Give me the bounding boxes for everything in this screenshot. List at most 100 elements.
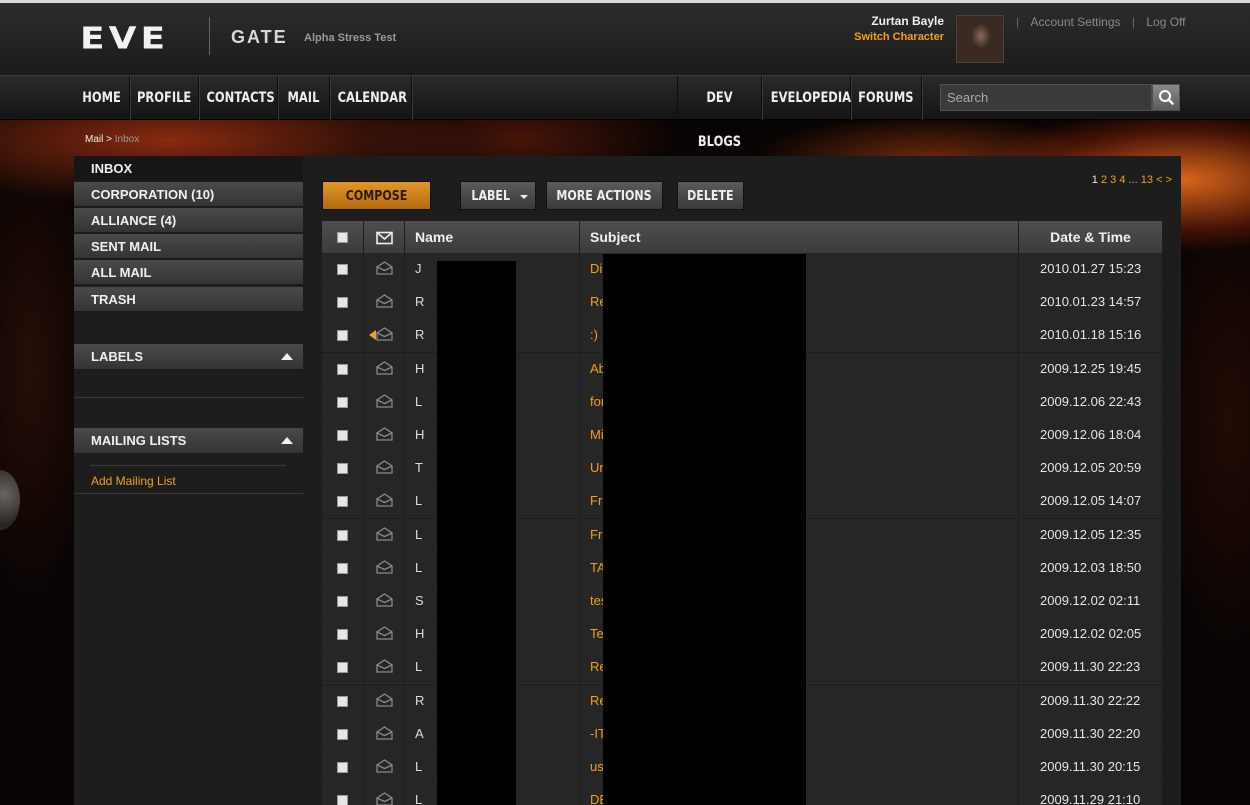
compose-mail-button[interactable]: COMPOSE MAIL — [322, 181, 431, 233]
row-checkbox[interactable] — [337, 795, 348, 805]
nav-profile-label: PROFILE — [136, 90, 192, 106]
row-date: 2009.12.06 18:04 — [1019, 419, 1163, 451]
row-checkbox[interactable] — [337, 529, 348, 541]
avatar[interactable] — [956, 15, 1004, 63]
pagination: 1 2 3 4 ... 13 < > — [1051, 174, 1181, 186]
envelope-open-icon — [376, 726, 393, 740]
row-select-cell — [322, 253, 364, 285]
row-date: 2009.12.05 20:59 — [1019, 452, 1163, 485]
row-date: 2009.12.03 18:50 — [1019, 551, 1163, 584]
page-prev[interactable]: < — [1156, 174, 1162, 186]
search-button[interactable] — [1152, 84, 1180, 111]
more-actions-button[interactable]: MORE ACTIONS — [546, 181, 663, 228]
chevron-down-icon — [519, 194, 528, 199]
labels-header[interactable]: LABELS — [74, 344, 303, 369]
nav-contacts-label: CONTACTS — [206, 90, 275, 106]
folder-sent-mail[interactable]: SENT MAIL — [74, 234, 303, 259]
row-checkbox[interactable] — [337, 430, 348, 441]
row-date: 2010.01.18 15:16 — [1019, 319, 1163, 352]
row-select-cell — [322, 319, 364, 352]
row-checkbox[interactable] — [337, 297, 348, 309]
eve-logo[interactable]: EVE — [80, 21, 169, 56]
row-date: 2009.11.29 21:10 — [1019, 784, 1163, 805]
row-status-cell — [364, 684, 405, 717]
row-status-cell — [364, 319, 405, 352]
page-link[interactable]: 4 — [1119, 174, 1125, 186]
row-checkbox[interactable] — [337, 496, 348, 508]
envelope-open-icon — [376, 427, 393, 441]
log-off-link[interactable]: Log Off — [1146, 15, 1185, 29]
nav-mail-label: MAIL — [287, 90, 320, 106]
nav-profile[interactable]: PROFILE — [130, 76, 199, 120]
delete-button[interactable]: DELETE — [677, 181, 744, 210]
row-date: 2010.01.27 15:23 — [1019, 253, 1163, 285]
nav-evelopedia[interactable]: EVELOPEDIA — [762, 76, 851, 120]
row-select-cell — [322, 684, 364, 717]
breadcrumb-current: Inbox — [114, 134, 140, 145]
column-name[interactable]: Name — [405, 221, 580, 253]
nav-forums[interactable]: FORUMS — [851, 76, 922, 120]
mailing-lists-header[interactable]: MAILING LISTS — [74, 428, 303, 453]
character-name: Zurtan Bayle — [871, 14, 944, 28]
folder-corporation[interactable]: CORPORATION (10) — [74, 182, 303, 207]
column-date-time[interactable]: Date & Time — [1019, 221, 1163, 253]
select-all-checkbox[interactable] — [337, 232, 348, 243]
divider — [74, 493, 303, 494]
switch-character-link[interactable]: Switch Character — [854, 31, 944, 43]
row-status-cell — [364, 518, 405, 551]
nav-mail[interactable]: MAIL — [278, 76, 330, 120]
row-checkbox[interactable] — [337, 330, 348, 342]
row-checkbox[interactable] — [337, 463, 348, 475]
row-select-cell — [322, 784, 364, 805]
folder-trash[interactable]: TRASH — [74, 287, 303, 312]
page-link[interactable]: 3 — [1110, 174, 1116, 186]
gate-subtitle: Alpha Stress Test — [304, 32, 397, 44]
add-mailing-list-link[interactable]: Add Mailing List — [91, 474, 176, 488]
divider — [90, 465, 286, 466]
row-checkbox[interactable] — [337, 396, 348, 408]
envelope-open-icon — [376, 294, 393, 308]
folder-all-mail[interactable]: ALL MAIL — [74, 260, 303, 285]
row-checkbox[interactable] — [337, 264, 348, 275]
row-select-cell — [322, 751, 364, 783]
folder-alliance[interactable]: ALLIANCE (4) — [74, 208, 303, 233]
nav-home[interactable]: HOME — [74, 76, 130, 120]
collapse-up-icon[interactable] — [281, 437, 293, 444]
row-date: 2009.11.30 22:20 — [1019, 717, 1163, 750]
row-select-cell — [322, 485, 364, 518]
search-input[interactable]: Search — [940, 84, 1152, 111]
row-status-cell — [364, 551, 405, 584]
envelope-open-icon — [376, 327, 393, 342]
collapse-up-icon[interactable] — [281, 353, 293, 360]
row-select-cell — [322, 651, 364, 684]
nav-calendar[interactable]: CALENDAR — [330, 76, 412, 120]
envelope-open-icon — [376, 759, 393, 773]
row-checkbox[interactable] — [337, 629, 348, 641]
row-checkbox[interactable] — [337, 363, 348, 375]
row-status-cell — [364, 352, 405, 385]
row-checkbox[interactable] — [337, 662, 348, 674]
row-checkbox[interactable] — [337, 562, 348, 574]
nav-home-label: HOME — [82, 90, 121, 106]
row-checkbox[interactable] — [337, 762, 348, 773]
account-settings-link[interactable]: Account Settings — [1030, 15, 1120, 29]
page-next[interactable]: > — [1166, 174, 1172, 186]
breadcrumb-mail[interactable]: Mail — [85, 134, 103, 145]
row-checkbox[interactable] — [337, 728, 348, 740]
row-checkbox[interactable] — [337, 695, 348, 707]
envelope-open-icon — [376, 692, 393, 707]
redaction-name — [437, 261, 516, 805]
nav-dev-blogs[interactable]: DEV BLOGS — [677, 76, 762, 150]
row-status-cell — [364, 585, 405, 617]
page-link-last[interactable]: 13 — [1141, 174, 1153, 186]
label-dropdown-button[interactable]: LABEL — [460, 181, 536, 210]
nav-calendar-label: CALENDAR — [337, 90, 407, 106]
mailing-lists-title: MAILING LISTS — [91, 433, 187, 448]
page-link[interactable]: 2 — [1101, 174, 1107, 186]
nav-contacts[interactable]: CONTACTS — [199, 76, 278, 120]
folder-inbox[interactable]: INBOX — [74, 156, 303, 181]
column-subject[interactable]: Subject — [580, 221, 1019, 253]
row-checkbox[interactable] — [337, 596, 348, 607]
label-button-label: LABEL — [471, 189, 511, 204]
envelope-open-icon — [376, 560, 393, 574]
